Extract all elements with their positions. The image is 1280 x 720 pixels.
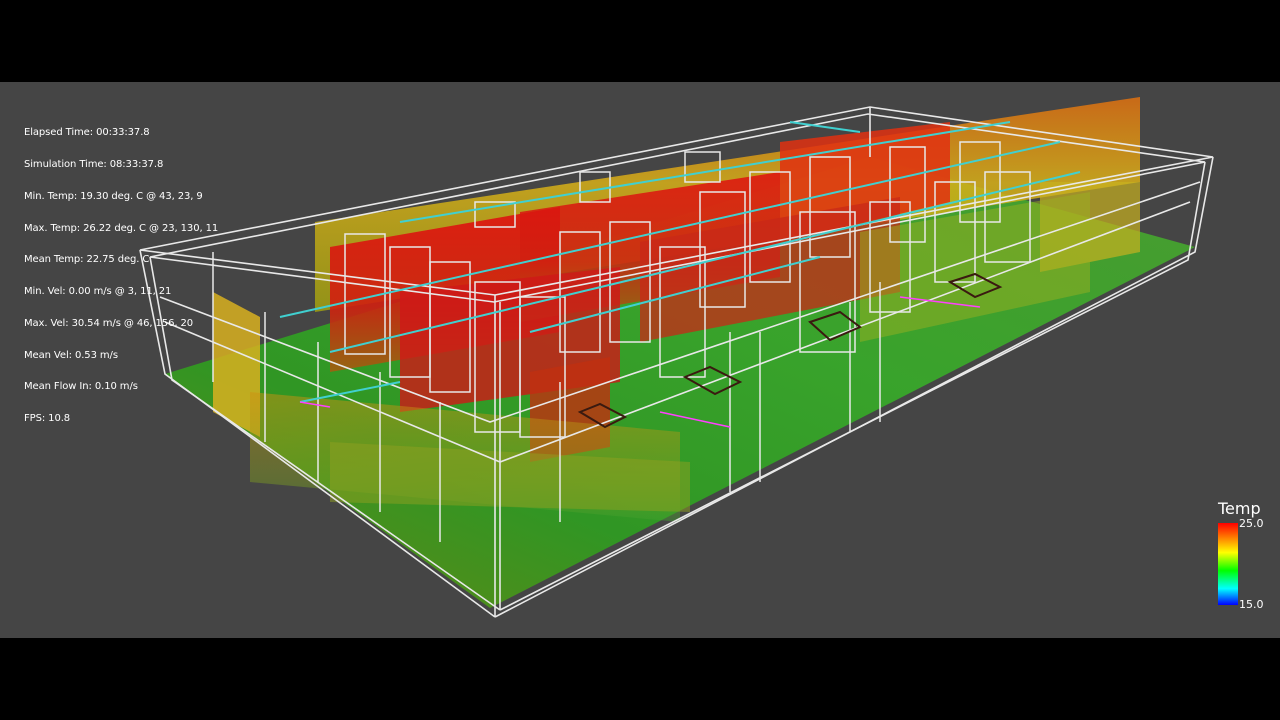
stat-elapsed-time: Elapsed Time: 00:33:37.8 [24,127,150,139]
render-viewport[interactable]: Elapsed Time: 00:33:37.8 Simulation Time… [0,82,1280,638]
legend-min-label: 15.0 [1239,598,1264,611]
stat-fps: FPS: 10.8 [24,413,71,425]
stat-mean-temp: Mean Temp: 22.75 deg. C [24,254,150,266]
letterbox-top [0,0,1280,82]
stat-mean-flow-in: Mean Flow In: 0.10 m/s [24,381,138,393]
letterbox-bottom [0,638,1280,720]
temperature-color-legend: Temp 25.0 15.0 [1212,499,1280,638]
simulation-stats-overlay: Elapsed Time: 00:33:37.8 Simulation Time… [24,107,218,446]
legend-max-label: 25.0 [1239,517,1264,530]
stat-max-vel: Max. Vel: 30.54 m/s @ 46, 156, 20 [24,317,194,329]
stat-max-temp: Max. Temp: 26.22 deg. C @ 23, 130, 11 [24,222,219,234]
stat-min-temp: Min. Temp: 19.30 deg. C @ 43, 23, 9 [24,190,203,202]
legend-title: Temp [1218,499,1261,518]
legend-color-bar [1218,523,1238,605]
stat-min-vel: Min. Vel: 0.00 m/s @ 3, 11, 21 [24,286,172,298]
stat-simulation-time: Simulation Time: 08:33:37.8 [24,158,164,170]
stat-mean-vel: Mean Vel: 0.53 m/s [24,349,118,361]
